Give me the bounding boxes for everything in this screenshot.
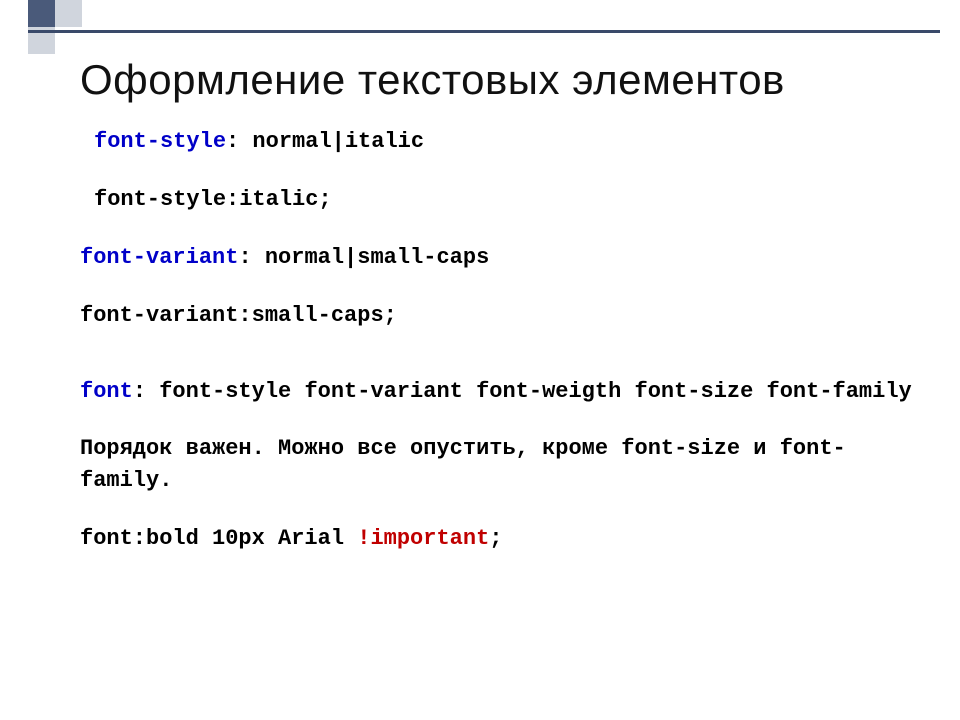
css-values: : font-style font-variant font-weigth fo… — [133, 379, 912, 404]
code-line: font: font-style font-variant font-weigt… — [80, 376, 920, 408]
spacer — [80, 407, 920, 433]
code-line: font-variant:small-caps; — [80, 300, 920, 332]
css-important: !important — [357, 526, 489, 551]
code-line: font:bold 10px Arial !important; — [80, 523, 920, 555]
spacer — [80, 216, 920, 242]
css-property: font-variant — [80, 245, 238, 270]
deco-square-dark — [28, 0, 55, 27]
spacer — [80, 158, 920, 184]
slide-title: Оформление текстовых элементов — [80, 56, 920, 104]
code-line: font-style: normal|italic — [80, 126, 920, 158]
css-property: font — [80, 379, 133, 404]
code-line: font-variant: normal|small-caps — [80, 242, 920, 274]
spacer — [80, 332, 920, 376]
deco-square-light — [55, 0, 82, 27]
header-rule — [28, 30, 940, 33]
css-example: font-variant:small-caps; — [80, 303, 397, 328]
css-values: : normal|italic — [226, 129, 424, 154]
code-line: Порядок важен. Можно все опустить, кроме… — [80, 433, 920, 497]
css-example: font-style:italic; — [94, 187, 332, 212]
css-example: font:bold 10px Arial — [80, 526, 357, 551]
note-text: Порядок важен. Можно все опустить, кроме… — [80, 436, 846, 493]
corner-decoration — [28, 0, 82, 54]
css-values: : normal|small-caps — [238, 245, 489, 270]
slide-content: Оформление текстовых элементов font-styl… — [80, 56, 920, 555]
css-property: font-style — [94, 129, 226, 154]
css-example-end: ; — [489, 526, 502, 551]
code-block: font-style: normal|italic font-style:ita… — [80, 126, 920, 555]
spacer — [80, 274, 920, 300]
code-line: font-style:italic; — [80, 184, 920, 216]
spacer — [80, 497, 920, 523]
